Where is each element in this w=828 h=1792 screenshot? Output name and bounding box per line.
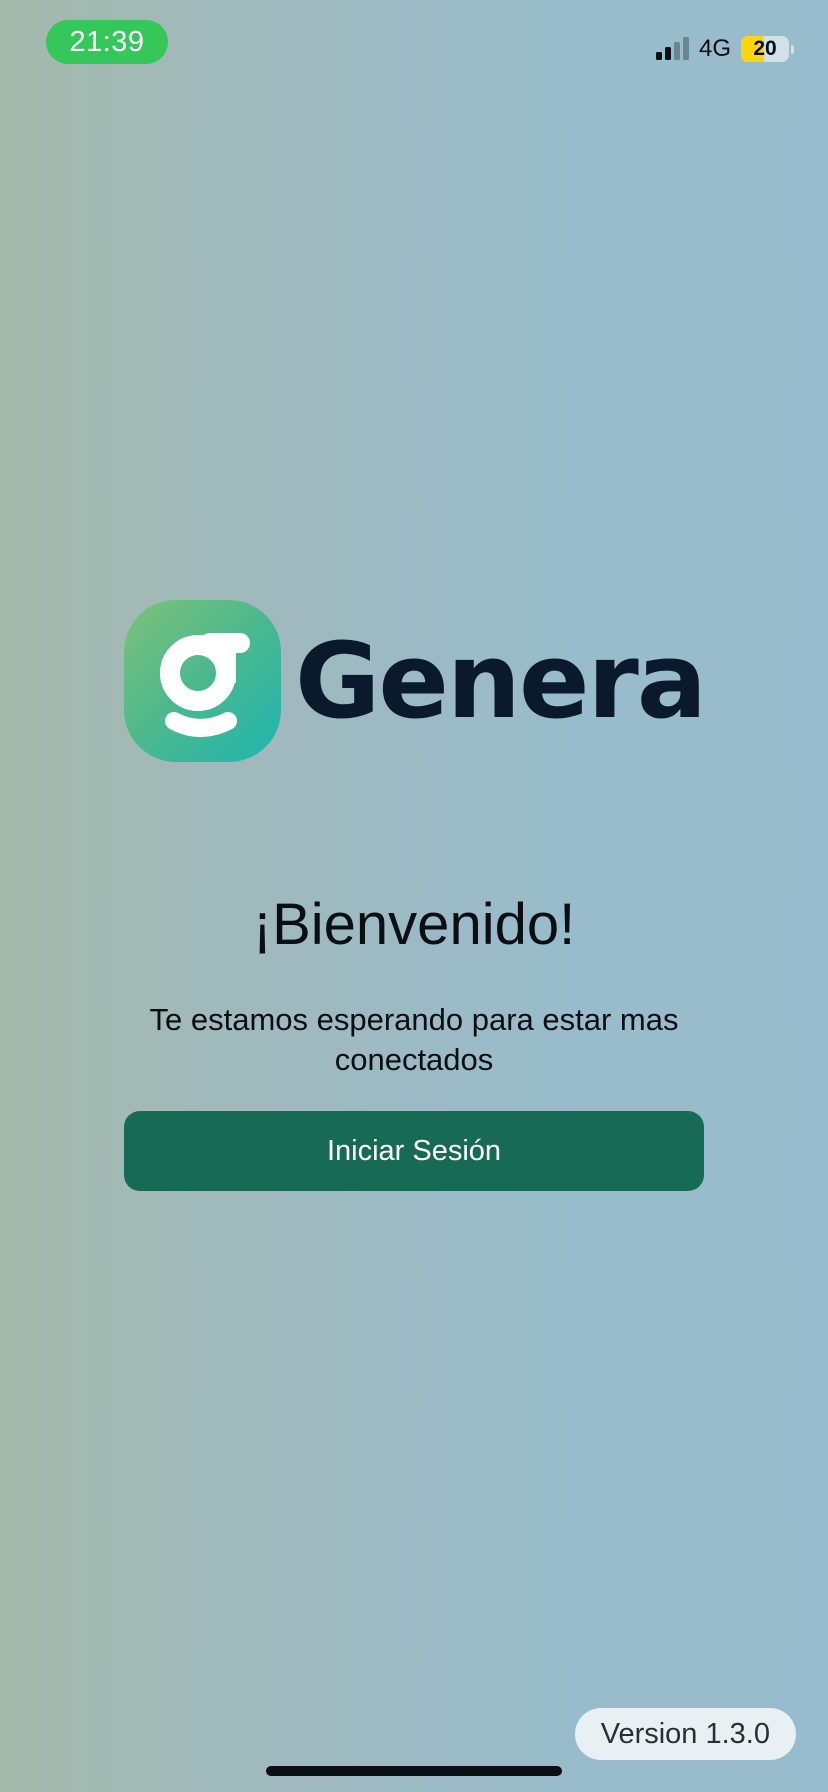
- genera-g-glyph: [159, 633, 250, 737]
- genera-g-icon: [124, 600, 281, 762]
- welcome-subtitle: Te estamos esperando para estar mas cone…: [149, 1002, 679, 1077]
- version-text: Version 1.3.0: [600, 1717, 770, 1750]
- home-indicator[interactable]: [266, 1766, 562, 1776]
- status-time-text: 21:39: [69, 25, 145, 58]
- login-button[interactable]: Iniciar Sesión: [124, 1111, 704, 1191]
- battery-level-text: 20: [753, 37, 777, 60]
- network-type: 4G: [698, 35, 731, 62]
- cellular-signal-icon: [655, 37, 689, 60]
- battery-cap: [791, 44, 794, 54]
- status-time: 21:39: [46, 20, 168, 64]
- genera-logo: Genera: [124, 600, 707, 762]
- welcome-title: ¡Bienvenido!: [252, 892, 576, 957]
- welcome-screen: 21:39 4G 20 Genera ¡Bienvenido! Te estam…: [0, 0, 828, 1792]
- login-button-label: Iniciar Sesión: [326, 1134, 502, 1167]
- battery-icon: 20: [741, 36, 789, 62]
- logo-wordmark: Genera: [295, 620, 707, 742]
- status-indicators: 4G 20: [655, 32, 794, 66]
- version-badge: Version 1.3.0: [574, 1708, 796, 1760]
